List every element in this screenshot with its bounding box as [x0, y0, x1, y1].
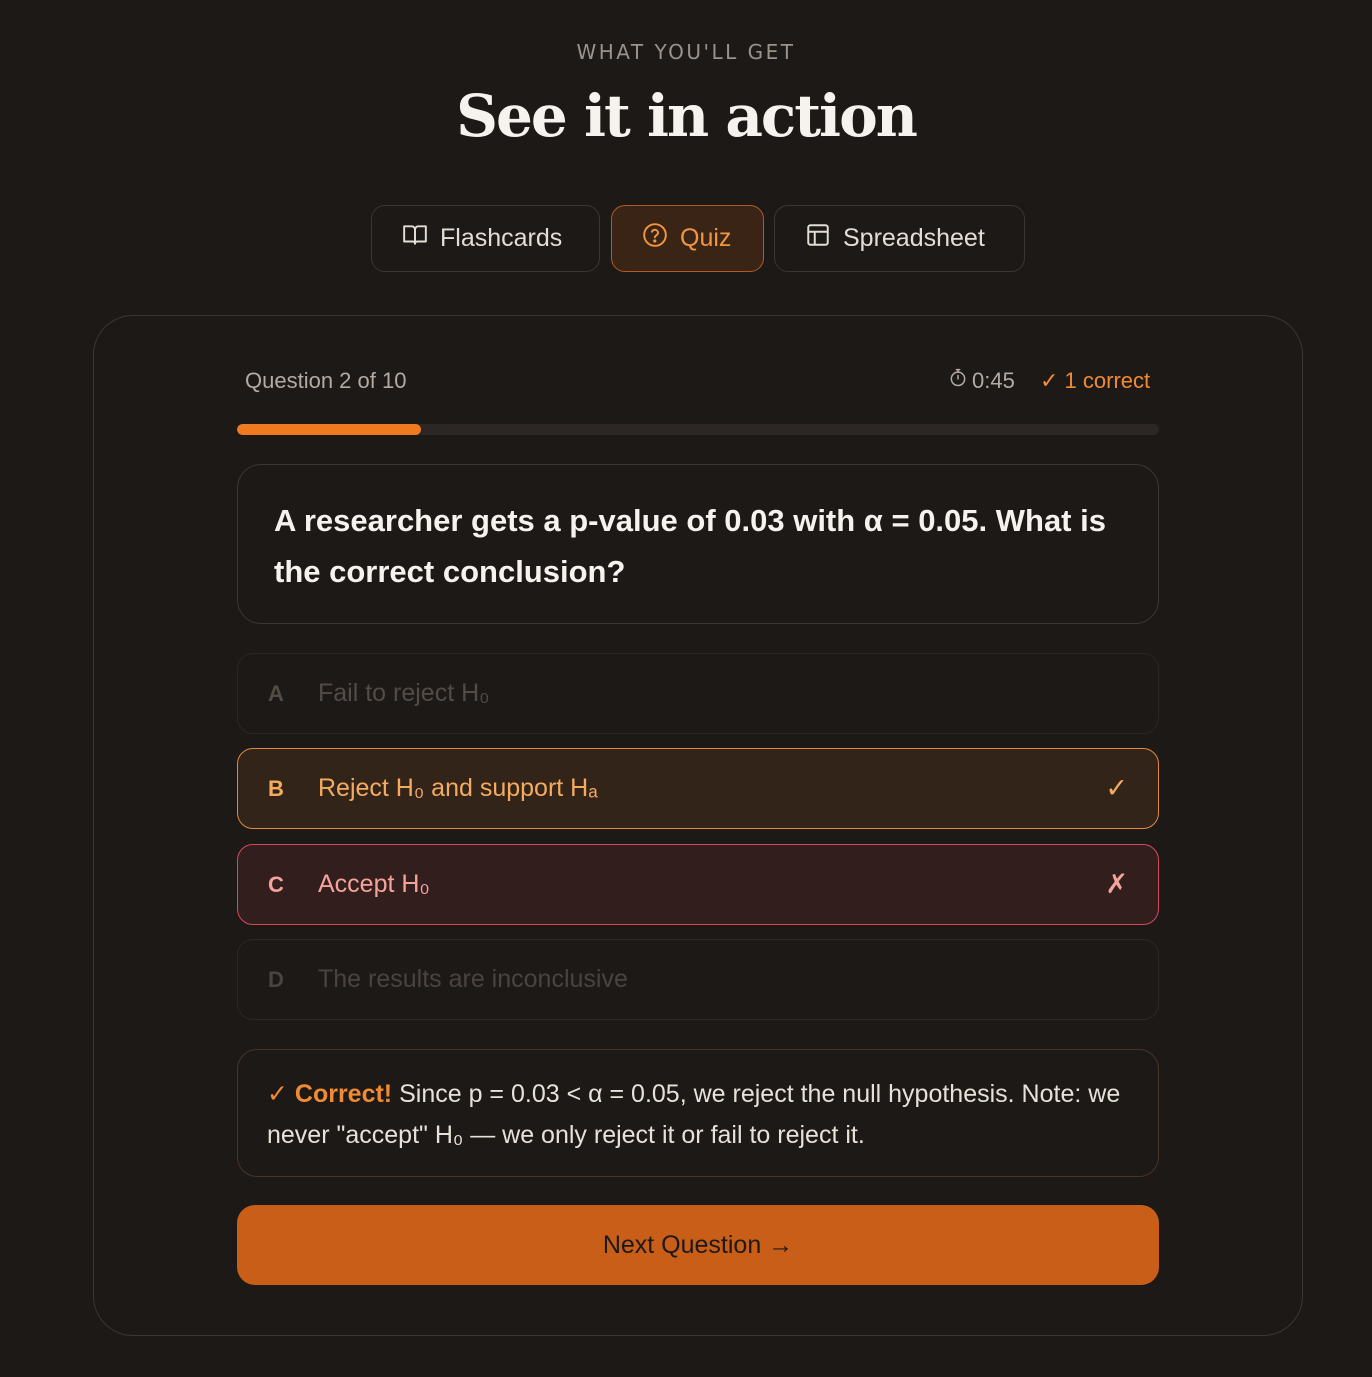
- option-text: Accept H₀: [318, 870, 430, 898]
- option-text: The results are inconclusive: [318, 965, 628, 993]
- next-question-button[interactable]: Next Question →: [237, 1205, 1159, 1285]
- timer-value: 0:45: [972, 368, 1015, 393]
- feedback-label: ✓ Correct!: [267, 1080, 393, 1108]
- timer: 0:45: [948, 368, 1015, 394]
- option-b[interactable]: B Reject H₀ and support Hₐ ✓: [237, 748, 1159, 829]
- question-circle-icon: [642, 222, 668, 255]
- option-letter: B: [268, 775, 284, 801]
- cross-icon: ✗: [1105, 869, 1128, 899]
- tab-label: Flashcards: [440, 224, 563, 252]
- question-counter: Question 2 of 10: [245, 368, 407, 393]
- option-c[interactable]: C Accept H₀ ✗: [237, 844, 1159, 925]
- tab-label: Quiz: [680, 224, 732, 252]
- tab-spreadsheet[interactable]: Spreadsheet: [774, 205, 1025, 272]
- option-letter: D: [268, 966, 284, 992]
- section-eyebrow: WHAT YOU'LL GET: [576, 40, 796, 64]
- check-icon: ✓: [1105, 773, 1128, 803]
- option-text: Fail to reject H₀: [318, 679, 490, 707]
- feedback-text: Since p = 0.03 < α = 0.05, we reject the…: [267, 1080, 1121, 1149]
- option-text: Reject H₀ and support Hₐ: [318, 774, 598, 802]
- option-d[interactable]: D The results are inconclusive: [237, 939, 1159, 1020]
- table-icon: [805, 222, 831, 255]
- answer-feedback: ✓ Correct! Since p = 0.03 < α = 0.05, we…: [237, 1049, 1159, 1177]
- progress-fill: [237, 424, 422, 435]
- book-icon: [402, 222, 428, 255]
- option-letter: A: [268, 680, 284, 706]
- demo-tabs: Flashcards Quiz Spreadsheet: [0, 205, 1372, 272]
- score-badge: ✓ 1 correct: [1040, 368, 1151, 393]
- stopwatch-icon: [948, 368, 968, 394]
- tab-flashcards[interactable]: Flashcards: [371, 205, 600, 272]
- option-a[interactable]: A Fail to reject H₀: [237, 653, 1159, 734]
- tab-label: Spreadsheet: [843, 224, 985, 252]
- option-letter: C: [268, 871, 284, 897]
- progress-bar: [237, 424, 1159, 435]
- question-text: A researcher gets a p-value of 0.03 with…: [237, 464, 1159, 624]
- tab-quiz[interactable]: Quiz: [611, 205, 764, 272]
- section-title: See it in action: [456, 82, 918, 150]
